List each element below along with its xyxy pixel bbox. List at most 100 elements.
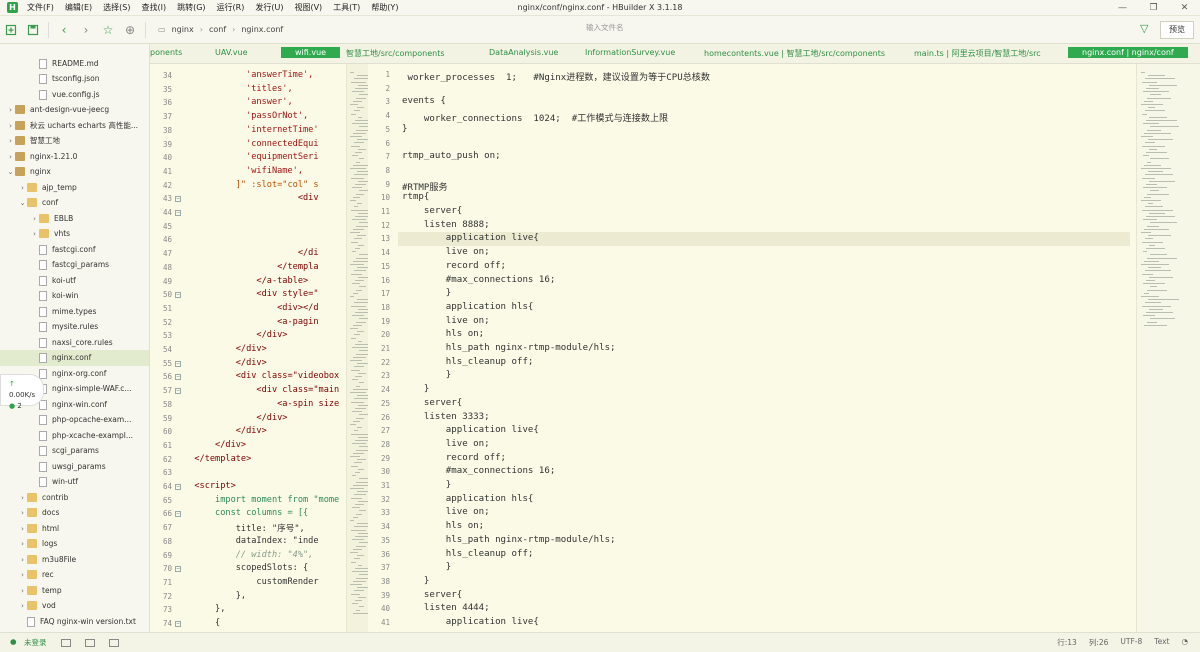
fold-toggle-icon[interactable]: −: [175, 196, 181, 203]
code-line[interactable]: hls on;: [402, 521, 484, 531]
new-file-icon[interactable]: [0, 19, 22, 41]
syntax-mode[interactable]: Text: [1154, 637, 1169, 648]
code-line[interactable]: title: "序号",: [184, 522, 305, 534]
cursor-line[interactable]: 行:13: [1057, 637, 1077, 648]
code-line[interactable]: </templa: [184, 262, 318, 272]
breadcrumb-item[interactable]: nginx: [172, 25, 194, 34]
code-line[interactable]: 'answer',: [184, 97, 293, 107]
code-line[interactable]: </div>: [184, 344, 267, 354]
code-line[interactable]: #RTMP服务: [402, 179, 448, 193]
code-line[interactable]: record off;: [402, 453, 506, 463]
code-line[interactable]: // width: "4%",: [184, 550, 314, 560]
tree-item[interactable]: ⌄ nginx: [0, 164, 149, 180]
code-line[interactable]: customRender: [184, 577, 318, 587]
fold-toggle-icon[interactable]: −: [175, 360, 181, 367]
code-line[interactable]: <a-spin size: [184, 399, 339, 409]
code-line[interactable]: live on;: [402, 439, 490, 449]
code-line[interactable]: </div>: [184, 426, 267, 436]
code-line[interactable]: }: [402, 370, 451, 380]
tree-item[interactable]: ⌄ conf: [0, 195, 149, 211]
chevron-right-icon[interactable]: ›: [18, 525, 27, 533]
chevron-right-icon[interactable]: ›: [6, 122, 15, 130]
code-line[interactable]: live on;: [402, 507, 490, 517]
tree-item[interactable]: › vhts: [0, 226, 149, 242]
code-line[interactable]: }: [402, 124, 407, 134]
code-line[interactable]: <div></d: [184, 303, 318, 313]
code-line[interactable]: }: [402, 480, 451, 490]
bell-icon[interactable]: ◔: [1181, 637, 1188, 648]
tree-item[interactable]: php-xcache-exampl...: [0, 428, 149, 444]
fold-toggle-icon[interactable]: −: [175, 621, 181, 627]
code-line[interactable]: 'answerTime',: [184, 70, 313, 80]
menu-item[interactable]: 编辑(E): [65, 2, 92, 13]
code-line[interactable]: ]" :slot="col" s: [184, 180, 319, 190]
preview-button[interactable]: 预览: [1160, 21, 1194, 39]
fold-toggle-icon[interactable]: −: [175, 388, 181, 395]
chevron-right-icon[interactable]: ›: [18, 509, 27, 517]
code-line[interactable]: scopedSlots: {: [184, 563, 308, 573]
cursor-column[interactable]: 列:26: [1089, 637, 1109, 648]
star-icon[interactable]: ☆: [97, 19, 119, 41]
fold-toggle-icon[interactable]: −: [175, 374, 181, 381]
code-line[interactable]: </di: [184, 248, 319, 258]
network-speed-widget[interactable]: ↑ 0.00K/s ● 2: [0, 374, 44, 410]
code-line[interactable]: hls_cleanup off;: [402, 549, 534, 559]
close-button[interactable]: ✕: [1169, 0, 1200, 16]
fold-toggle-icon[interactable]: −: [175, 484, 181, 490]
tree-item[interactable]: › temp: [0, 583, 149, 599]
editor-tab[interactable]: UAV.vue: [215, 48, 248, 57]
tree-item[interactable]: › m3u8File: [0, 552, 149, 568]
tree-item[interactable]: scgi_params: [0, 443, 149, 459]
tree-item[interactable]: › 智慧工地: [0, 133, 149, 149]
editor-tab[interactable]: DataAnalysis.vue: [489, 48, 558, 57]
code-line[interactable]: #max_connections 16;: [402, 275, 556, 285]
code-line[interactable]: server{: [402, 398, 462, 408]
tree-item[interactable]: php-opcache-exam...: [0, 412, 149, 428]
tree-item[interactable]: nginx.conf: [0, 350, 149, 366]
login-status[interactable]: 未登录: [24, 637, 47, 648]
menu-item[interactable]: 工具(T): [333, 2, 360, 13]
tree-item[interactable]: › docs: [0, 505, 149, 521]
tree-item[interactable]: › EBLB: [0, 211, 149, 227]
chevron-right-icon[interactable]: ›: [18, 184, 27, 192]
code-line[interactable]: </div>: [184, 440, 246, 450]
editor-tab[interactable]: wifi.vue: [281, 47, 341, 58]
code-line[interactable]: }: [402, 562, 451, 572]
code-line[interactable]: application hls{: [402, 494, 534, 504]
chevron-right-icon[interactable]: ›: [30, 230, 39, 238]
chevron-down-icon[interactable]: ⌄: [18, 199, 27, 207]
code-line[interactable]: worker_processes 1; #Nginx进程数，建议设置为等于CPU…: [402, 69, 710, 83]
code-line[interactable]: record off;: [402, 261, 506, 271]
code-line[interactable]: 'equipmentSeri: [184, 152, 318, 162]
chevron-right-icon[interactable]: ›: [18, 494, 27, 502]
tree-item[interactable]: README.md: [0, 56, 149, 72]
code-line[interactable]: worker_connections 1024; #工作模式与连接数上限: [402, 110, 668, 124]
forward-arrow-icon[interactable]: ›: [75, 19, 97, 41]
editor-tab[interactable]: main.ts | 阿里云项目/智慧工地/src: [914, 48, 1041, 59]
code-line[interactable]: <div class="videobox: [184, 371, 339, 381]
run-icon[interactable]: ⊕: [119, 19, 141, 41]
tree-item[interactable]: uwsgi_params: [0, 459, 149, 475]
editor-tab[interactable]: ponents: [150, 48, 182, 57]
code-line[interactable]: listen 8888;: [402, 220, 490, 230]
code-line[interactable]: hls_path nginx-rtmp-module/hls;: [402, 343, 616, 353]
code-line[interactable]: <a-pagin: [184, 317, 318, 327]
code-line[interactable]: }: [402, 576, 429, 586]
tree-item[interactable]: fastcgi.conf: [0, 242, 149, 258]
maximize-button[interactable]: ❐: [1138, 0, 1169, 16]
code-line[interactable]: hls on;: [402, 329, 484, 339]
code-line[interactable]: }: [402, 384, 429, 394]
chevron-right-icon[interactable]: ›: [18, 602, 27, 610]
code-line[interactable]: server{: [402, 206, 462, 216]
code-line[interactable]: dataIndex: "inde: [184, 536, 319, 546]
chevron-right-icon[interactable]: ›: [18, 587, 27, 595]
editor-tab[interactable]: InformationSurvey.vue: [585, 48, 675, 57]
right-minimap[interactable]: [1136, 64, 1200, 632]
output-icon[interactable]: [108, 638, 119, 647]
code-line[interactable]: </div>: [184, 330, 287, 340]
tree-item[interactable]: › ajp_temp: [0, 180, 149, 196]
code-line[interactable]: {: [184, 618, 220, 628]
code-line[interactable]: </div>: [184, 358, 267, 368]
code-line[interactable]: import moment from "mome: [184, 495, 339, 505]
code-line[interactable]: 'connectedEqui: [184, 139, 318, 149]
